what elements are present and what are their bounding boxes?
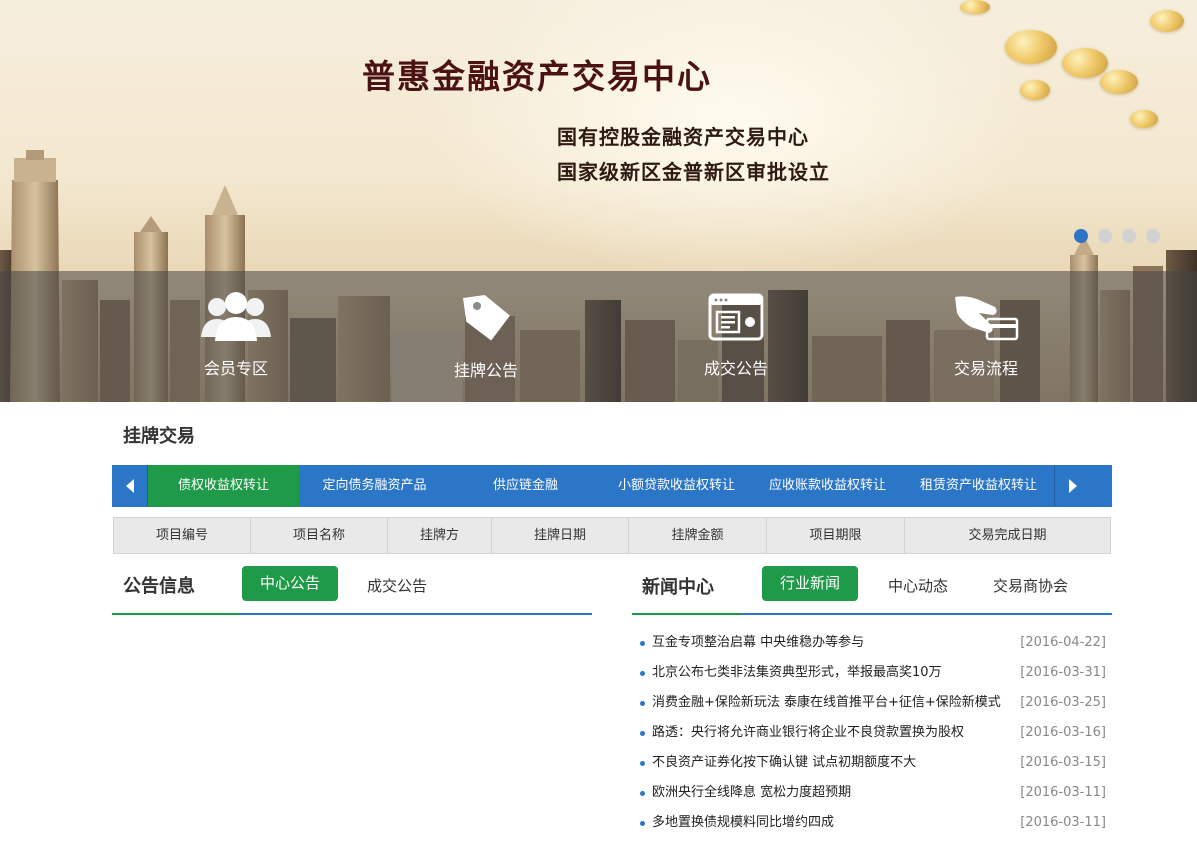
news-link[interactable]: 路透：央行将允许商业银行将企业不良贷款置换为股权 <box>652 718 964 748</box>
carousel-dot-2[interactable] <box>1098 229 1112 243</box>
bullet-icon <box>640 761 645 766</box>
hand-card-icon <box>955 296 1019 341</box>
news-link[interactable]: 北京公布七类非法集资典型形式，举报最高奖10万 <box>652 658 942 688</box>
news-divider <box>632 613 1112 615</box>
column-header-project-term[interactable]: 项目期限 <box>767 518 905 553</box>
news-date: [2016-03-16] <box>1020 725 1106 740</box>
list-item: 互金专项整治启幕 中央维稳办等参与 [2016-04-22] <box>638 628 1108 658</box>
tab-bond-income-transfer[interactable]: 债权收益权转让 <box>148 465 299 507</box>
carousel-dot-3[interactable] <box>1122 229 1136 243</box>
news-date: [2016-04-22] <box>1020 635 1106 650</box>
list-item: 路透：央行将允许商业银行将企业不良贷款置换为股权 [2016-03-16] <box>638 718 1108 748</box>
tab-leasing-asset-income-transfer[interactable]: 租赁资产收益权转让 <box>903 465 1054 507</box>
caret-left-icon <box>125 479 134 493</box>
carousel-dot-1[interactable] <box>1074 229 1088 243</box>
tab-center-announcements[interactable]: 中心公告 <box>242 566 338 601</box>
tab-center-updates[interactable]: 中心动态 <box>888 575 948 596</box>
banner-title: 普惠金融资产交易中心 <box>362 57 712 96</box>
tab-scroll-right-button[interactable] <box>1054 465 1090 507</box>
announcements-title: 公告信息 <box>123 576 195 597</box>
news-date: [2016-03-11] <box>1020 785 1106 800</box>
news-date: [2016-03-25] <box>1020 695 1106 710</box>
caret-right-icon <box>1068 479 1077 493</box>
news-link[interactable]: 互金专项整治启幕 中央维稳办等参与 <box>652 628 864 658</box>
announcements-divider <box>112 613 592 615</box>
browser-window-icon <box>708 293 764 341</box>
news-title: 新闻中心 <box>642 577 714 598</box>
column-header-project-name[interactable]: 项目名称 <box>251 518 388 553</box>
news-link[interactable]: 消费金融+保险新玩法 泰康在线首推平台+征信+保险新模式 <box>652 688 1001 718</box>
list-item: 多地置换债规模料同比增约四成 [2016-03-11] <box>638 808 1108 838</box>
bullet-icon <box>640 671 645 676</box>
news-link[interactable]: 多地置换债规模料同比增约四成 <box>652 808 834 838</box>
column-header-listing-date[interactable]: 挂牌日期 <box>492 518 629 553</box>
news-link[interactable]: 欧洲央行全线降息 宽松力度超预期 <box>652 778 851 808</box>
tab-dealer-association[interactable]: 交易商协会 <box>993 575 1068 596</box>
news-link[interactable]: 不良资产证券化按下确认键 试点初期额度不大 <box>652 748 916 778</box>
quick-link-trade-process[interactable]: 交易流程 <box>916 291 1056 379</box>
tab-supply-chain-finance[interactable]: 供应链金融 <box>450 465 601 507</box>
listing-section-title: 挂牌交易 <box>123 426 195 447</box>
listing-table-header: 项目编号 项目名称 挂牌方 挂牌日期 挂牌金额 项目期限 交易完成日期 <box>113 517 1111 554</box>
tab-deal-announcements[interactable]: 成交公告 <box>367 575 427 596</box>
bullet-icon <box>640 701 645 706</box>
list-item: 消费金融+保险新玩法 泰康在线首推平台+征信+保险新模式 [2016-03-25… <box>638 688 1108 718</box>
bullet-icon <box>640 641 645 646</box>
quick-link-label: 交易流程 <box>953 359 1018 378</box>
tag-icon <box>462 294 510 341</box>
column-header-listing-amount[interactable]: 挂牌金额 <box>629 518 767 553</box>
tab-directed-debt-financing[interactable]: 定向债务融资产品 <box>299 465 450 507</box>
list-item: 不良资产证券化按下确认键 试点初期额度不大 [2016-03-15] <box>638 748 1108 778</box>
list-item: 欧洲央行全线降息 宽松力度超预期 [2016-03-11] <box>638 778 1108 808</box>
tab-industry-news[interactable]: 行业新闻 <box>762 566 858 601</box>
tab-microloan-income-transfer[interactable]: 小额贷款收益权转让 <box>601 465 752 507</box>
quick-links-bar: 会员专区 挂牌公告 成交公告 交易流程 <box>0 271 1197 402</box>
quick-link-label: 成交公告 <box>703 359 768 378</box>
members-icon <box>201 292 271 341</box>
news-date: [2016-03-31] <box>1020 665 1106 680</box>
news-date: [2016-03-11] <box>1020 815 1106 830</box>
news-list: 互金专项整治启幕 中央维稳办等参与 [2016-04-22] 北京公布七类非法集… <box>638 628 1108 838</box>
column-header-completion-date[interactable]: 交易完成日期 <box>905 518 1110 553</box>
bullet-icon <box>640 731 645 736</box>
tab-receivables-income-transfer[interactable]: 应收账款收益权转让 <box>752 465 903 507</box>
hero-banner: 普惠金融资产交易中心 国有控股金融资产交易中心 国家级新区金普新区审批设立 会员… <box>0 0 1197 402</box>
column-header-lister[interactable]: 挂牌方 <box>388 518 492 553</box>
column-header-project-id[interactable]: 项目编号 <box>114 518 251 553</box>
listing-tab-bar: 债权收益权转让 定向债务融资产品 供应链金融 小额贷款收益权转让 应收账款收益权… <box>112 465 1112 507</box>
quick-link-label: 会员专区 <box>203 359 268 378</box>
bullet-icon <box>640 821 645 826</box>
carousel-dots <box>1074 229 1160 243</box>
quick-link-label: 挂牌公告 <box>453 361 518 380</box>
news-date: [2016-03-15] <box>1020 755 1106 770</box>
list-item: 北京公布七类非法集资典型形式，举报最高奖10万 [2016-03-31] <box>638 658 1108 688</box>
quick-link-listing-notice[interactable]: 挂牌公告 <box>416 291 556 381</box>
carousel-dot-4[interactable] <box>1146 229 1160 243</box>
tab-scroll-left-button[interactable] <box>112 465 148 507</box>
quick-link-deal-notice[interactable]: 成交公告 <box>666 291 806 379</box>
banner-subtitle: 国有控股金融资产交易中心 <box>557 125 809 149</box>
quick-link-members[interactable]: 会员专区 <box>166 291 306 379</box>
banner-subtitle: 国家级新区金普新区审批设立 <box>557 160 830 184</box>
bullet-icon <box>640 791 645 796</box>
